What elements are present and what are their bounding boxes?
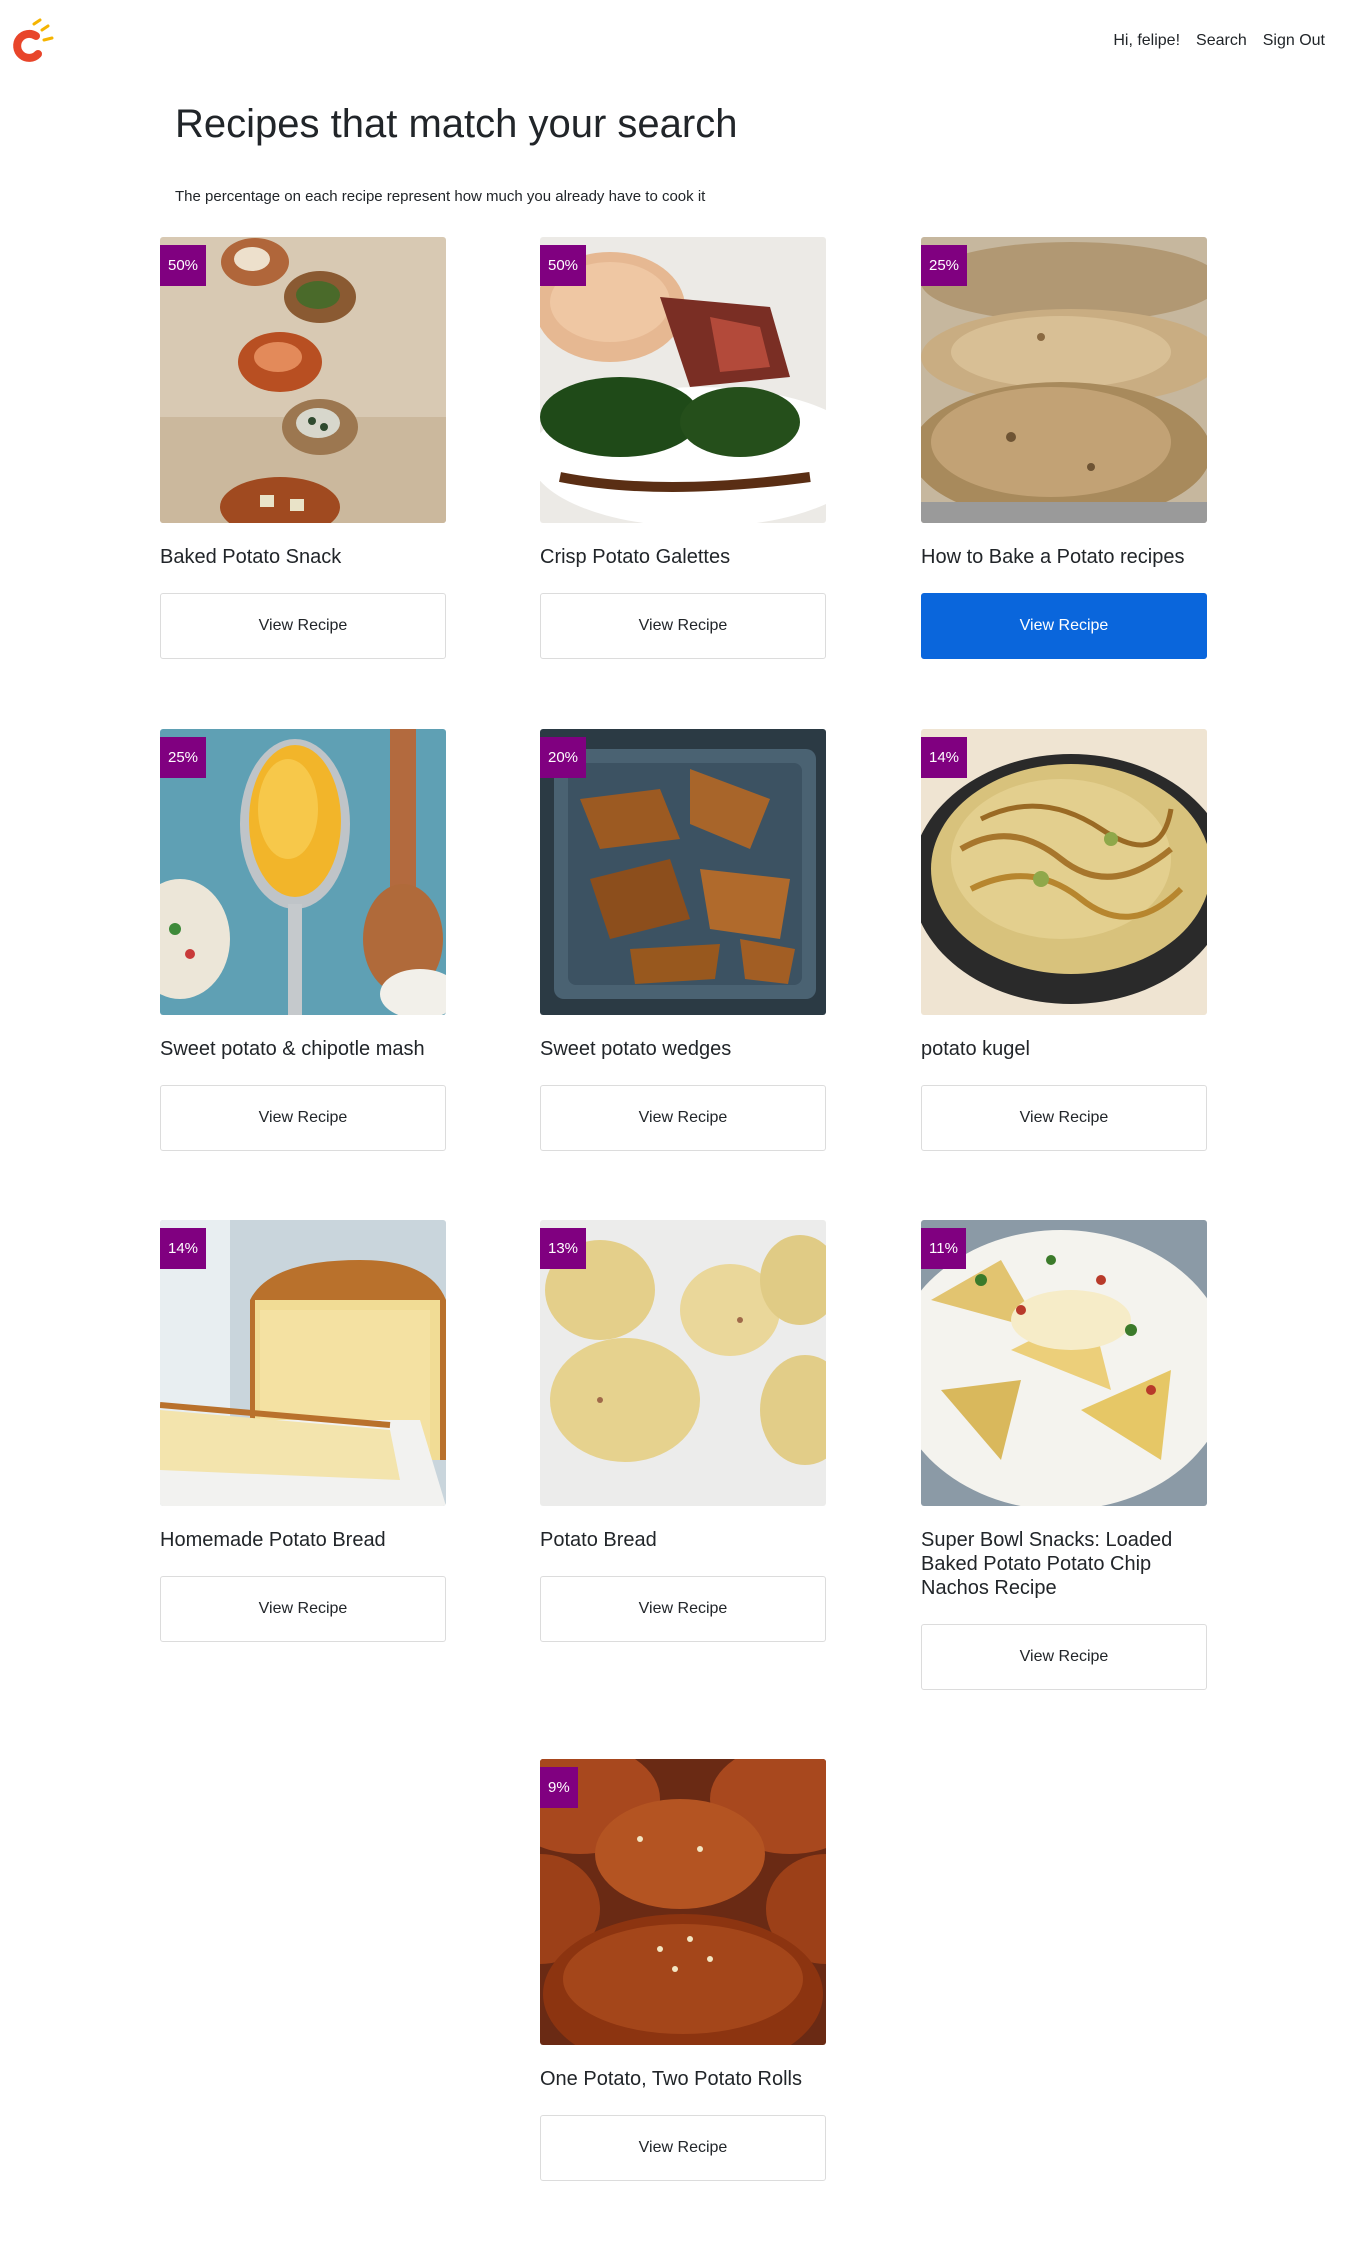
view-recipe-button[interactable]: View Recipe <box>921 1085 1207 1151</box>
recipe-card: 13% Potato Bread View Recipe <box>540 1220 826 1642</box>
view-recipe-button[interactable]: View Recipe <box>540 1085 826 1151</box>
view-recipe-button[interactable]: View Recipe <box>540 2115 826 2181</box>
recipe-card: 9% One Potato, Two Potato Rolls View Rec… <box>540 1759 826 2181</box>
recipe-name: One Potato, Two Potato Rolls <box>540 2068 803 2090</box>
recipe-card: 25% Sweet potato & chipotle mash View Re… <box>160 729 446 1151</box>
magnet-icon <box>13 18 54 62</box>
recipe-card: 14% Homemade Potato Bread View Recipe <box>160 1220 446 1642</box>
match-percent-badge: 11% <box>921 1228 966 1269</box>
recipe-name: Super Bowl Snacks: Loaded Baked Potato P… <box>921 1529 1173 1599</box>
recipe-name: How to Bake a Potato recipes <box>921 546 1185 568</box>
recipe-name: Potato Bread <box>540 1529 657 1551</box>
recipe-image[interactable]: 50% <box>160 237 446 523</box>
recipe-image[interactable]: 25% <box>160 729 446 1015</box>
recipe-card: 25% How to Bake a Potato recipes View Re… <box>921 237 1207 659</box>
recipe-image[interactable]: 13% <box>540 1220 826 1506</box>
recipe-card: 14% potato kugel View Recipe <box>921 729 1207 1151</box>
match-percent-badge: 14% <box>921 737 968 778</box>
recipe-name: potato kugel <box>921 1038 1030 1060</box>
view-recipe-button[interactable]: View Recipe <box>921 1624 1207 1690</box>
page-title: Recipes that match your search <box>175 102 738 146</box>
recipe-image[interactable]: 14% <box>921 729 1207 1015</box>
view-recipe-button[interactable]: View Recipe <box>540 593 826 659</box>
recipe-card: 20% Sweet potato wedges View Recipe <box>540 729 826 1151</box>
recipe-name: Crisp Potato Galettes <box>540 546 731 568</box>
match-percent-badge: 50% <box>540 245 587 286</box>
recipe-name: Homemade Potato Bread <box>160 1529 386 1551</box>
recipe-image[interactable]: 11% <box>921 1220 1207 1506</box>
view-recipe-button[interactable]: View Recipe <box>160 1576 446 1642</box>
recipe-card: 50% Crisp Potato Galettes View Recipe <box>540 237 826 659</box>
top-nav: Hi, felipe! Search Sign Out <box>1113 32 1325 50</box>
recipe-image[interactable]: 20% <box>540 729 826 1015</box>
nav-search-link[interactable]: Search <box>1196 32 1247 50</box>
view-recipe-button[interactable]: View Recipe <box>160 593 446 659</box>
recipe-name: Sweet potato wedges <box>540 1038 732 1060</box>
logo[interactable] <box>8 14 64 70</box>
recipe-name: Baked Potato Snack <box>160 546 342 568</box>
nav-sign-out-link[interactable]: Sign Out <box>1263 32 1325 50</box>
recipe-card: 50% Baked Potato Snack View Recipe <box>160 237 446 659</box>
nav-greeting[interactable]: Hi, felipe! <box>1113 32 1180 50</box>
recipe-image[interactable]: 14% <box>160 1220 446 1506</box>
match-percent-badge: 20% <box>540 737 587 778</box>
recipe-image[interactable]: 9% <box>540 1759 826 2045</box>
view-recipe-button[interactable]: View Recipe <box>921 593 1207 659</box>
view-recipe-button[interactable]: View Recipe <box>160 1085 446 1151</box>
match-percent-badge: 13% <box>540 1228 587 1269</box>
match-percent-badge: 25% <box>921 245 968 286</box>
recipe-card: 11% Super Bowl Snacks: Loaded Baked Pota… <box>921 1220 1207 1690</box>
recipe-image[interactable]: 25% <box>921 237 1207 523</box>
match-percent-badge: 9% <box>540 1767 578 1808</box>
match-percent-badge: 50% <box>160 245 207 286</box>
match-percent-badge: 25% <box>160 737 207 778</box>
page-subtitle: The percentage on each recipe represent … <box>175 188 706 205</box>
match-percent-badge: 14% <box>160 1228 207 1269</box>
recipe-image[interactable]: 50% <box>540 237 826 523</box>
view-recipe-button[interactable]: View Recipe <box>540 1576 826 1642</box>
recipe-name: Sweet potato & chipotle mash <box>160 1038 425 1060</box>
